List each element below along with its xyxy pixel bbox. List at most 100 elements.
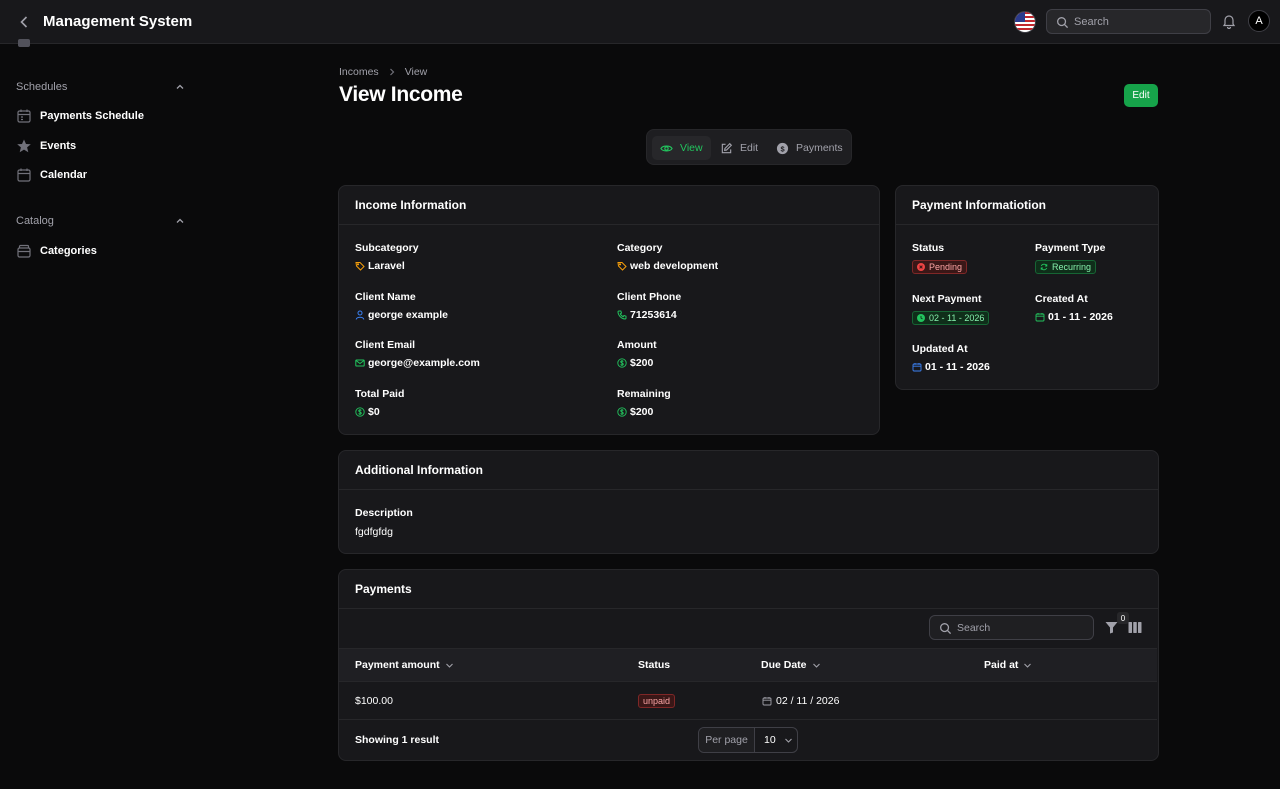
dollar-icon xyxy=(617,358,627,368)
invoice-setting-icon xyxy=(18,39,30,47)
clock-icon xyxy=(917,314,925,322)
payment-information-card: Payment Informatiotion Status Pending Pa… xyxy=(895,185,1159,390)
per-page-value[interactable]: 10 xyxy=(755,728,797,752)
dollar-icon xyxy=(355,407,365,417)
tab-payments[interactable]: $ Payments xyxy=(768,136,851,160)
field-value: $0 xyxy=(355,406,404,418)
pencil-square-icon xyxy=(720,142,733,155)
sidebar: Schedules Payments Schedule Events Calen… xyxy=(0,39,200,789)
card-header: Additional Information xyxy=(339,451,1158,490)
field-value-text: george@example.com xyxy=(368,357,480,369)
column-due-date[interactable]: Due Date xyxy=(761,649,821,681)
status-badge: unpaid xyxy=(638,694,676,708)
field-value-text: 01 - 11 - 2026 xyxy=(1048,311,1113,323)
field-value: Pending xyxy=(912,260,968,274)
edit-button[interactable]: Edit xyxy=(1124,84,1158,107)
filter-icon[interactable] xyxy=(1105,621,1118,634)
field-value-text: 71253614 xyxy=(630,309,677,321)
back-arrow-icon[interactable] xyxy=(14,12,34,32)
cell-due-date: 02 / 11 / 2026 xyxy=(762,682,839,720)
tab-edit[interactable]: Edit xyxy=(712,136,766,160)
user-icon xyxy=(355,310,365,320)
sidebar-item-categories[interactable]: Categories xyxy=(16,241,97,261)
field-label: Payment Type xyxy=(1035,242,1106,254)
tag-icon xyxy=(355,261,365,271)
field-remaining: Remaining $200 xyxy=(617,388,671,418)
sidebar-item-events[interactable]: Events xyxy=(16,136,76,156)
columns-toggle-icon[interactable] xyxy=(1128,621,1142,634)
table-row[interactable]: $100.00 unpaid 02 / 11 / 2026 xyxy=(339,682,1157,720)
field-label: Remaining xyxy=(617,388,671,400)
dollar-circle-icon: $ xyxy=(776,142,789,155)
status-badge: Pending xyxy=(912,260,968,274)
column-status: Status xyxy=(638,649,670,681)
tab-label: Payments xyxy=(796,142,843,154)
card-title: Payments xyxy=(355,582,412,596)
table-header: Payment amount Status Due Date Paid at xyxy=(339,648,1157,682)
column-payment-amount[interactable]: Payment amount xyxy=(355,649,454,681)
description-label: Description xyxy=(355,507,413,519)
calendar-icon xyxy=(762,696,772,706)
field-label: Client Email xyxy=(355,339,416,351)
field-value: $200 xyxy=(617,406,671,418)
breadcrumb-current: View xyxy=(404,66,428,78)
field-label: Updated At xyxy=(912,343,968,355)
cell-amount: $100.00 xyxy=(355,695,393,707)
sidebar-item-payments-schedule[interactable]: Payments Schedule xyxy=(16,106,144,126)
chevron-down-icon xyxy=(784,736,793,745)
global-search-input[interactable] xyxy=(1074,10,1204,33)
sidebar-group-catalog[interactable]: Catalog xyxy=(16,215,54,227)
field-value: george@example.com xyxy=(355,357,480,369)
sidebar-item-label: Payments Schedule xyxy=(40,110,144,122)
sort-chevron-icon xyxy=(1023,661,1032,670)
field-updated-at: Updated At 01 - 11 - 2026 xyxy=(912,343,990,373)
sidebar-item-label: Events xyxy=(40,140,77,152)
phone-icon xyxy=(617,310,627,320)
dollar-icon xyxy=(617,407,627,417)
app-title: Management System xyxy=(43,13,193,30)
sort-chevron-icon xyxy=(812,661,821,670)
per-page-label: Per page xyxy=(699,728,755,752)
breadcrumb-incomes-link[interactable]: Incomes xyxy=(339,66,379,78)
column-paid-at[interactable]: Paid at xyxy=(984,649,1032,681)
notifications-bell-icon[interactable] xyxy=(1221,13,1237,29)
search-icon xyxy=(1056,16,1069,29)
table-search-input[interactable] xyxy=(957,616,1087,639)
card-header: Payment Informatiotion xyxy=(896,186,1158,225)
sidebar-item-calendar[interactable]: Calendar xyxy=(16,165,87,185)
additional-information-card: Additional Information Description fgdfg… xyxy=(338,450,1159,554)
tab-label: View xyxy=(680,142,703,154)
field-value-text: george example xyxy=(368,309,448,321)
field-client-email: Client Email george@example.com xyxy=(355,339,480,369)
field-subcategory: Subcategory Laravel xyxy=(355,242,419,272)
field-value-text: $200 xyxy=(630,406,654,418)
sidebar-group-schedules[interactable]: Schedules xyxy=(16,81,67,93)
chevron-right-icon xyxy=(387,67,397,77)
per-page-select[interactable]: Per page 10 xyxy=(698,727,798,753)
search-icon xyxy=(939,622,952,635)
field-label: Client Phone xyxy=(617,291,682,303)
field-total-paid: Total Paid $0 xyxy=(355,388,404,418)
calendar-icon xyxy=(16,167,32,183)
payment-type-badge: Recurring xyxy=(1035,260,1097,274)
field-value: 71253614 xyxy=(617,309,681,321)
record-tabs: View Edit $ Payments xyxy=(646,129,852,165)
sort-chevron-icon xyxy=(445,661,454,670)
us-flag-icon[interactable] xyxy=(1014,11,1036,33)
field-value-text: $200 xyxy=(630,357,654,369)
eye-icon xyxy=(660,142,673,155)
breadcrumb: Incomes View xyxy=(339,66,427,78)
chevron-up-icon[interactable] xyxy=(174,81,186,93)
mail-icon xyxy=(355,358,365,368)
tab-view[interactable]: View xyxy=(652,136,711,160)
global-search[interactable] xyxy=(1046,9,1211,34)
table-search[interactable] xyxy=(929,615,1094,640)
field-value: Recurring xyxy=(1035,260,1105,274)
column-label: Due Date xyxy=(761,659,807,671)
field-value: 01 - 11 - 2026 xyxy=(1035,311,1113,323)
user-avatar[interactable]: A xyxy=(1248,10,1270,32)
field-value: 01 - 11 - 2026 xyxy=(912,361,990,373)
chevron-up-icon[interactable] xyxy=(174,215,186,227)
field-value: 02 - 11 - 2026 xyxy=(912,311,990,325)
star-icon xyxy=(16,138,32,154)
